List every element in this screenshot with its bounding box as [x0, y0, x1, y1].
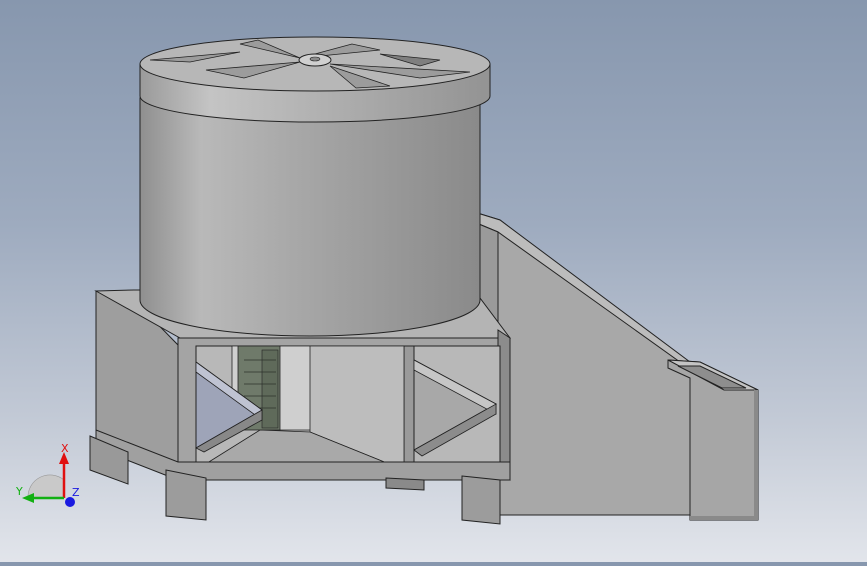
discharge-chute[interactable]: [473, 211, 759, 521]
orientation-triad[interactable]: X Y Z: [14, 440, 84, 512]
3d-viewport[interactable]: [0, 0, 867, 562]
x-axis-label: X: [61, 442, 69, 455]
z-axis-label: Z: [72, 486, 80, 499]
y-axis-label: Y: [15, 485, 23, 498]
mixing-drum[interactable]: [139, 36, 491, 337]
